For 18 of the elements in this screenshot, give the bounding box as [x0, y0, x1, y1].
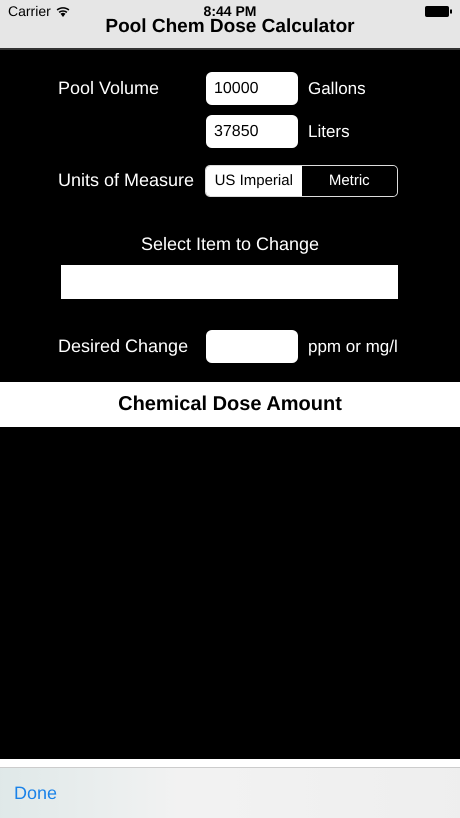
change-field[interactable] [206, 330, 298, 363]
unit-segment[interactable]: US Imperial [206, 166, 302, 196]
unit-label: ppm or mg/l [308, 336, 398, 356]
volume-field[interactable]: 10000 [206, 72, 298, 105]
screen-title: Pool Chem Dose Calculator [104, 16, 356, 38]
volume-field[interactable]: 37850 [206, 115, 298, 148]
units-label: Units of Measure [57, 170, 196, 191]
result-header: Chemical Dose Amount [0, 382, 460, 427]
select-item-label: Select Item to Change [140, 234, 320, 255]
battery-icon [425, 6, 452, 16]
unit-label: Liters [308, 122, 350, 142]
desired-change-label: Desired Change [57, 336, 190, 357]
item-picker-field[interactable] [61, 265, 398, 299]
unit-label: Gallons [308, 78, 366, 98]
carrier-label: Carrier [8, 3, 51, 19]
pool-volume-label: Pool Volume [57, 78, 160, 99]
status-time: 8:44 PM [204, 3, 256, 19]
wifi-icon [56, 6, 70, 16]
